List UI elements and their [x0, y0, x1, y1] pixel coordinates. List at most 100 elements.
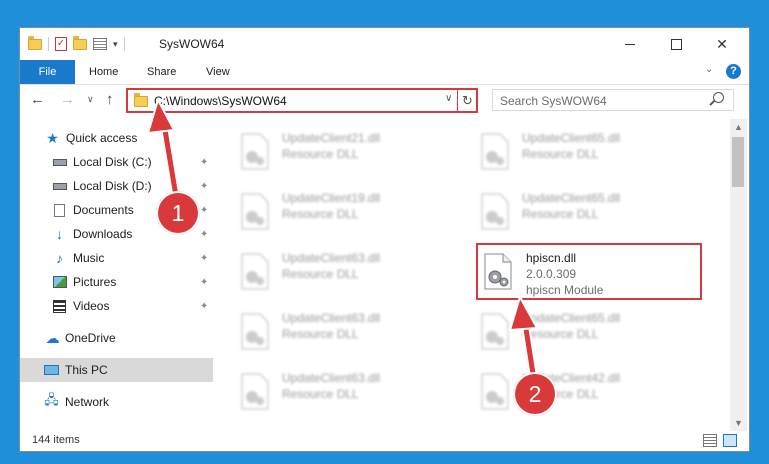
new-folder-icon[interactable]: [73, 35, 87, 50]
dll-file-icon: [241, 373, 269, 410]
sidebar-item-music[interactable]: ♪ Music ✦: [20, 246, 213, 270]
scroll-up-icon[interactable]: ▲: [730, 119, 747, 135]
pin-icon[interactable]: ✦: [200, 301, 208, 312]
star-icon: ★: [46, 129, 59, 146]
file-item[interactable]: UpdateClient63.dll Resource DLL: [234, 247, 434, 297]
file-type: Resource DLL: [282, 207, 359, 221]
pin-icon[interactable]: ✦: [200, 253, 208, 264]
file-item[interactable]: UpdateClient42.dll Resource DLL: [474, 367, 674, 417]
documents-icon: [52, 203, 67, 217]
sidebar-item-videos[interactable]: Videos ✦: [20, 294, 213, 318]
customize-toolbar-icon[interactable]: [93, 38, 107, 50]
file-item[interactable]: UpdateClient19.dll Resource DLL: [234, 187, 434, 237]
close-icon: ✕: [716, 35, 728, 52]
ribbon: File Home Share View ⌄ ?: [20, 60, 749, 85]
dll-file-icon: [484, 253, 512, 290]
pin-icon[interactable]: ✦: [200, 229, 208, 240]
forward-arrow-icon[interactable]: →: [60, 91, 75, 108]
folder-icon: [134, 93, 148, 107]
file-type: Resource DLL: [522, 147, 599, 161]
sidebar-item-onedrive[interactable]: ☁ OneDrive: [20, 326, 213, 350]
back-arrow-icon[interactable]: ←: [30, 91, 45, 108]
sidebar-item-label: Quick access: [66, 131, 138, 145]
download-icon: ↓: [56, 226, 63, 242]
file-type: Resource DLL: [282, 267, 359, 281]
file-item[interactable]: UpdateClient65.dll Resource DLL: [474, 187, 674, 237]
search-box[interactable]: [492, 89, 734, 112]
file-type: Resource DLL: [282, 327, 359, 341]
file-type: Resource DLL: [282, 147, 359, 161]
file-type: Resource DLL: [282, 387, 359, 401]
recent-locations-chevron-icon[interactable]: ∨: [87, 94, 94, 105]
dll-file-icon: [241, 253, 269, 290]
pin-icon[interactable]: ✦: [200, 157, 208, 168]
search-input[interactable]: [493, 90, 712, 112]
file-item[interactable]: UpdateClient63.dll Resource DLL: [234, 307, 434, 357]
details-view-icon[interactable]: [703, 434, 717, 447]
sidebar-item-pictures[interactable]: Pictures ✦: [20, 270, 213, 294]
properties-check-icon[interactable]: ✓: [55, 37, 67, 51]
sidebar-item-label: Documents: [73, 203, 134, 217]
scroll-down-icon[interactable]: ▼: [730, 415, 747, 431]
step-2-callout: 2: [513, 372, 557, 416]
folder-icon: [28, 35, 42, 50]
dll-file-icon: [241, 313, 269, 350]
toolbar-divider: [123, 37, 125, 51]
tab-file[interactable]: File: [20, 60, 75, 84]
sidebar-item-label: Local Disk (D:): [73, 179, 152, 193]
tab-view[interactable]: View: [198, 60, 238, 84]
large-icons-view-icon[interactable]: [723, 434, 737, 447]
maximize-button[interactable]: [653, 28, 699, 60]
address-path[interactable]: C:\Windows\SysWOW64: [154, 94, 287, 108]
toolbar-dropdown-icon[interactable]: ▾: [113, 39, 118, 50]
dll-file-icon: [481, 193, 509, 230]
sidebar-item-label: This PC: [65, 363, 108, 377]
minimize-button[interactable]: [607, 28, 653, 60]
address-bar[interactable]: C:\Windows\SysWOW64 ∨ ↻: [126, 88, 478, 113]
step-1-callout: 1: [156, 191, 200, 235]
sidebar-item-label: Videos: [73, 299, 110, 313]
close-button[interactable]: ✕: [699, 28, 745, 60]
vertical-scrollbar[interactable]: ▲ ▼: [730, 119, 747, 431]
navigation-pane: ★ Quick access Local Disk (C:) ✦ Local D…: [20, 119, 213, 431]
dll-file-icon: [481, 313, 509, 350]
drive-icon: [52, 180, 67, 193]
file-name: UpdateClient63.dll: [282, 251, 381, 265]
file-name: UpdateClient63.dll: [282, 371, 381, 385]
file-name: UpdateClient65.dll: [522, 191, 621, 205]
scroll-thumb[interactable]: [732, 137, 744, 187]
highlighted-file-item[interactable]: hpiscn.dll 2.0.0.309 hpiscn Module: [476, 243, 702, 300]
help-icon[interactable]: ?: [726, 64, 741, 79]
file-item[interactable]: UpdateClient65.dll Resource DLL: [474, 307, 674, 357]
navigation-bar: ← → ∨ ↑ C:\Windows\SysWOW64 ∨ ↻: [20, 85, 749, 117]
expand-ribbon-icon[interactable]: ⌄: [705, 64, 713, 75]
file-item[interactable]: UpdateClient65.dll Resource DLL: [474, 127, 674, 177]
pin-icon[interactable]: ✦: [200, 181, 208, 192]
sidebar-item-this-pc[interactable]: This PC: [20, 358, 213, 382]
file-item[interactable]: UpdateClient21.dll Resource DLL: [234, 127, 434, 177]
maximize-icon: [670, 38, 682, 50]
file-item[interactable]: UpdateClient63.dll Resource DLL: [234, 367, 434, 417]
sidebar-item-label: Local Disk (C:): [73, 155, 152, 169]
sidebar-item-local-disk-c[interactable]: Local Disk (C:) ✦: [20, 150, 213, 174]
refresh-icon[interactable]: ↻: [457, 90, 477, 111]
up-arrow-icon[interactable]: ↑: [106, 91, 114, 108]
file-type: Resource DLL: [522, 207, 599, 221]
file-list: UpdateClient21.dll Resource DLL UpdateCl…: [216, 119, 728, 431]
file-name: UpdateClient65.dll: [522, 131, 621, 145]
address-dropdown-icon[interactable]: ∨: [445, 93, 452, 104]
search-icon[interactable]: [713, 92, 724, 103]
quick-access-toolbar: ✓ ▾: [28, 35, 125, 52]
file-name: UpdateClient65.dll: [522, 311, 621, 325]
tab-home[interactable]: Home: [81, 60, 126, 84]
dll-file-icon: [241, 133, 269, 170]
cloud-icon: ☁: [45, 329, 60, 346]
tab-share[interactable]: Share: [139, 60, 184, 84]
file-name: UpdateClient19.dll: [282, 191, 381, 205]
sidebar-item-quick-access[interactable]: ★ Quick access: [20, 126, 213, 150]
sidebar-item-network[interactable]: 🖧 Network: [20, 390, 213, 414]
pin-icon[interactable]: ✦: [200, 277, 208, 288]
item-count: 144 items: [32, 434, 80, 446]
music-icon: ♪: [56, 250, 63, 266]
pin-icon[interactable]: ✦: [200, 205, 208, 216]
